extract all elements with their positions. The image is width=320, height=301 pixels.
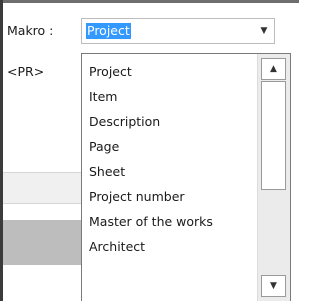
grid-row-selected (3, 220, 81, 265)
list-item-architect[interactable]: Architect (89, 235, 145, 259)
list-item-project[interactable]: Project (89, 60, 132, 84)
chevron-down-icon[interactable]: ▼ (255, 20, 273, 42)
list-item-description[interactable]: Description (89, 110, 160, 134)
list-item-master-of-the-works[interactable]: Master of the works (89, 210, 213, 234)
scroll-down-icon[interactable]: ▼ (261, 275, 286, 297)
grid-row (3, 172, 81, 204)
list-item-item[interactable]: Item (89, 85, 117, 109)
dropdown-list[interactable]: Project Item Description Page Sheet Proj… (81, 53, 291, 301)
combobox-selected-value[interactable]: Project (86, 23, 131, 39)
list-item-page[interactable]: Page (89, 135, 119, 159)
scrollbar-thumb[interactable] (261, 81, 286, 190)
list-item-sheet[interactable]: Sheet (89, 160, 125, 184)
makro-combobox[interactable]: Project ▼ (81, 18, 275, 44)
vertical-scrollbar[interactable]: ▲ ▼ (257, 54, 290, 301)
scroll-up-icon[interactable]: ▲ (261, 58, 286, 80)
list-item-project-number[interactable]: Project number (89, 185, 185, 209)
pr-label: <PR> (7, 64, 45, 79)
makro-label: Makro : (7, 23, 54, 38)
